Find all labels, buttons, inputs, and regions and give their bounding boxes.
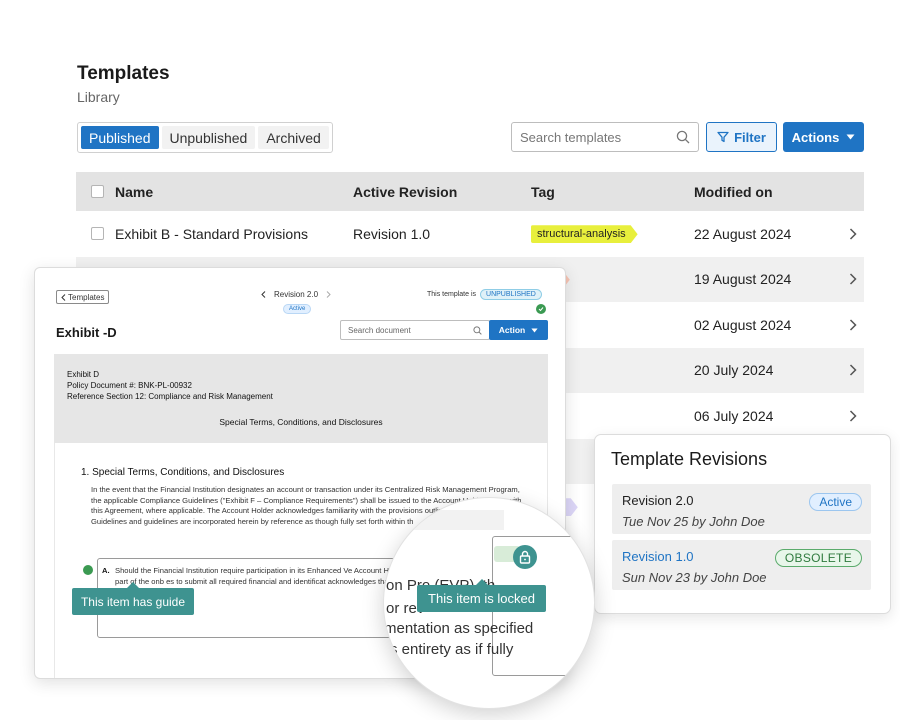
document-title: Exhibit -D [56, 325, 117, 340]
doc-line: Reference Section 12: Compliance and Ris… [67, 392, 273, 401]
revision-status-badge: Active [283, 304, 312, 314]
filter-label: Filter [734, 129, 766, 145]
cell-modified: 06 July 2024 [694, 407, 774, 424]
actions-label: Actions [791, 129, 840, 145]
chevron-right-icon[interactable] [849, 364, 857, 376]
action-label: Action [498, 325, 526, 335]
revision-item[interactable]: Revision 1.0 Sun Nov 23 by John Doe OBSO… [612, 540, 871, 590]
column-header-tag[interactable]: Tag [531, 184, 694, 200]
back-to-templates-button[interactable]: Templates [56, 290, 110, 304]
chevron-right-icon[interactable] [849, 273, 857, 285]
document-search-placeholder: Search document [348, 325, 411, 335]
cell-modified: 22 August 2024 [694, 225, 792, 242]
doc-line: Exhibit D [67, 370, 100, 379]
revisions-title: Template Revisions [611, 449, 768, 469]
cell-modified: 02 August 2024 [694, 316, 792, 333]
chevron-left-icon[interactable] [261, 291, 266, 298]
table-row[interactable]: Exhibit B - Standard Provisions Revision … [76, 211, 864, 257]
select-all-checkbox[interactable] [91, 185, 104, 198]
status-badge: UNPUBLISHED [480, 289, 542, 300]
status-prefix: This template is [427, 291, 477, 298]
status-badge: OBSOLETE [774, 549, 862, 567]
chevron-right-icon[interactable] [849, 410, 857, 422]
revision-name: Revision 2.0 [622, 493, 694, 508]
filter-icon [717, 131, 729, 143]
cell-revision: Revision 1.0 [353, 225, 431, 242]
chevron-left-icon [61, 293, 66, 301]
row-checkbox[interactable] [91, 227, 104, 241]
column-header-name[interactable]: Name [115, 184, 353, 200]
revision-item[interactable]: Revision 2.0 Tue Nov 25 by John Doe Acti… [612, 484, 871, 534]
clause-letter: A. [102, 566, 110, 575]
tab-published[interactable]: Published [81, 126, 159, 149]
table-header: Name Active Revision Tag Modified on [76, 172, 864, 211]
tab-unpublished[interactable]: Unpublished [161, 126, 256, 149]
cell-name: Exhibit B - Standard Provisions [115, 225, 308, 242]
doc-line: Policy Document #: BNK-PL-00932 [67, 381, 192, 390]
revision-meta: Tue Nov 25 by John Doe [622, 514, 765, 529]
caret-down-icon [531, 328, 538, 333]
chevron-right-icon[interactable] [849, 319, 857, 331]
zoomed-text-line: mentation as specified [384, 620, 534, 637]
status-badge: Active [809, 493, 862, 511]
zoomed-text-line: s entirety as if fully [390, 641, 514, 658]
cell-modified: 19 August 2024 [694, 271, 792, 288]
guide-tooltip: This item has guide [72, 582, 194, 615]
faded-text-strip [384, 510, 504, 530]
tag-badge: structural-analysis [531, 225, 638, 243]
publish-status: This template is UNPUBLISHED [427, 289, 542, 300]
chevron-right-icon[interactable] [849, 228, 857, 240]
back-label: Templates [68, 292, 105, 302]
document-header: Exhibit D Policy Document #: BNK-PL-0093… [54, 354, 548, 443]
caret-down-icon [846, 134, 855, 140]
search-icon [473, 325, 482, 335]
check-icon [536, 304, 546, 314]
cell-modified: 20 July 2024 [694, 362, 774, 379]
actions-button[interactable]: Actions [783, 122, 864, 152]
column-header-active-revision[interactable]: Active Revision [353, 184, 531, 200]
search-input[interactable]: Search templates [511, 122, 699, 152]
search-icon [676, 130, 690, 144]
column-header-modified[interactable]: Modified on [694, 184, 842, 200]
action-button[interactable]: Action [489, 320, 548, 340]
status-tabs: Published Unpublished Archived [77, 122, 333, 153]
document-search-input[interactable]: Search document [340, 320, 490, 340]
revision-label: Revision 2.0 [274, 290, 319, 299]
revision-switcher: Revision 2.0 [261, 290, 331, 299]
filter-button[interactable]: Filter [706, 122, 777, 152]
lock-icon [513, 545, 537, 569]
search-placeholder: Search templates [520, 129, 622, 145]
locked-tooltip: This item is locked [417, 579, 546, 612]
tab-archived[interactable]: Archived [258, 126, 329, 149]
doc-heading: Special Terms, Conditions, and Disclosur… [219, 417, 383, 427]
template-revisions-panel: Template Revisions Revision 2.0 Tue Nov … [594, 434, 891, 614]
revision-meta: Sun Nov 23 by John Doe [622, 570, 767, 585]
page-title: Templates [77, 63, 170, 84]
revision-link[interactable]: Revision 1.0 [622, 549, 694, 564]
section-title: 1. Special Terms, Conditions, and Disclo… [81, 467, 285, 478]
chevron-right-icon[interactable] [326, 291, 331, 298]
page-subtitle: Library [77, 89, 120, 105]
guide-indicator-icon[interactable] [83, 565, 93, 575]
